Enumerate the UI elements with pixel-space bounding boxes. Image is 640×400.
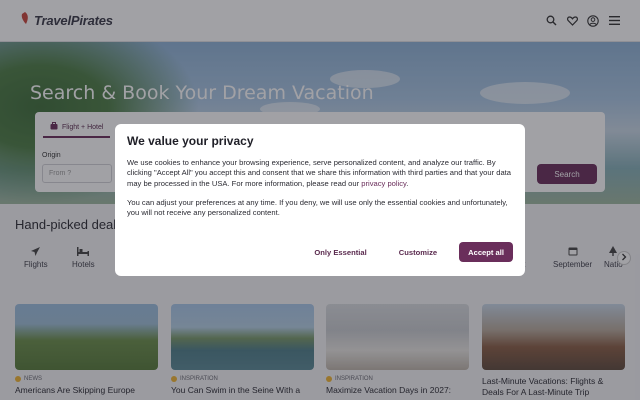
only-essential-button[interactable]: Only Essential [304,243,376,262]
customize-button[interactable]: Customize [389,243,447,262]
cookie-consent-dialog: We value your privacy We use cookies to … [115,124,525,276]
consent-text-secondary: You can adjust your preferences at any t… [127,197,508,218]
consent-text: We use cookies to enhance your browsing … [127,158,512,188]
accept-all-button[interactable]: Accept all [459,242,513,262]
consent-title: We value your privacy [127,134,254,148]
privacy-policy-link[interactable]: privacy policy [361,179,406,188]
